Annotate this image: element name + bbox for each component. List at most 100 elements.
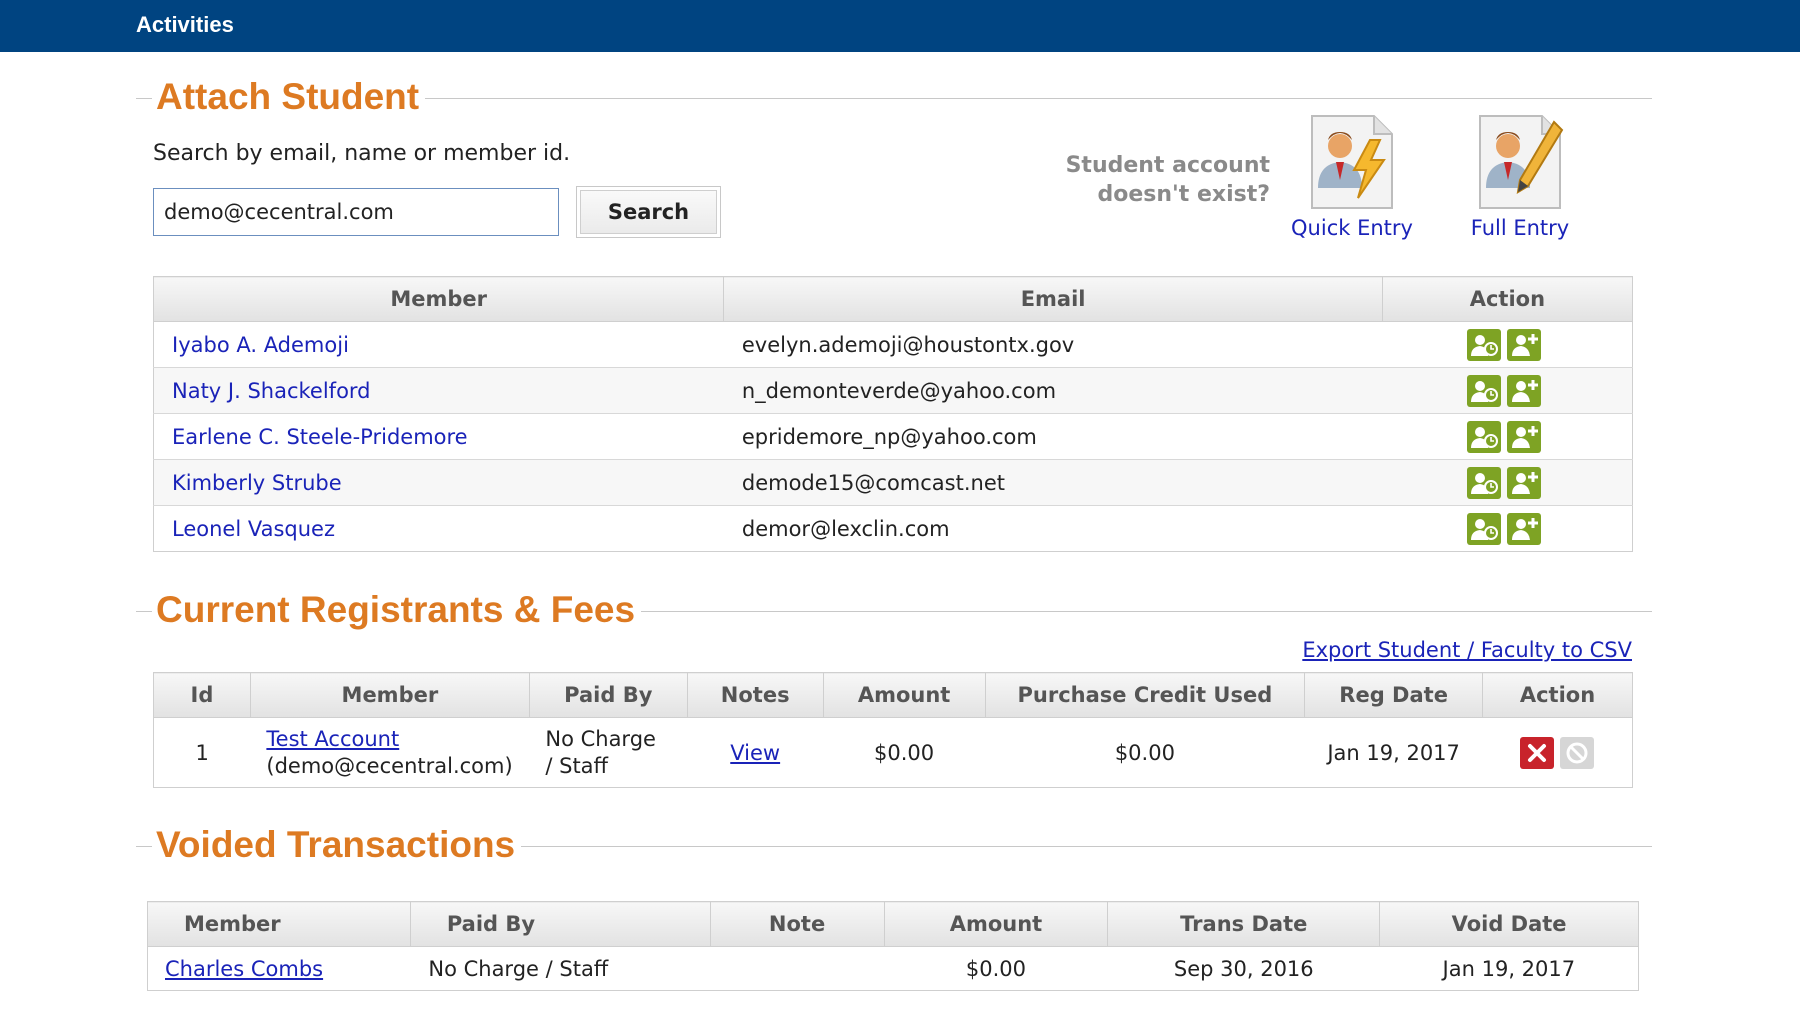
member-action-cell [1382, 413, 1633, 460]
no-account-prompt: Student account doesn't exist? [1040, 151, 1270, 209]
reg-amount: $0.00 [823, 717, 986, 788]
member-action-cell [1382, 367, 1633, 414]
view-notes-link[interactable]: View [730, 741, 780, 765]
voided-table: Member Paid By Note Amount Trans Date Vo… [147, 901, 1639, 991]
member-email: demor@lexclin.com [723, 505, 1383, 552]
add-student-button[interactable] [1507, 420, 1542, 453]
reg-id: 1 [153, 717, 251, 788]
column-header-credit[interactable]: Purchase Credit Used [984, 672, 1306, 718]
add-student-button[interactable] [1507, 466, 1542, 499]
table-header-row: Member Email Action [152, 276, 1634, 322]
member-search-results-table: Member Email Action Iyabo A. Ademoji evel… [152, 276, 1634, 552]
member-email: evelyn.ademoji@houstontx.gov [723, 321, 1383, 368]
column-header-paid-by[interactable]: Paid By [528, 672, 688, 718]
column-header-id[interactable]: Id [153, 672, 251, 718]
table-row: Leonel Vasquez demor@lexclin.com [153, 505, 1633, 552]
member-email: n_demonteverde@yahoo.com [723, 367, 1383, 414]
table-row: 1 Test Account (demo@cecentral.com) No C… [153, 717, 1633, 788]
quick-entry-label: Quick Entry [1291, 216, 1413, 240]
register-with-schedule-button[interactable] [1467, 328, 1502, 361]
register-with-schedule-button[interactable] [1467, 420, 1502, 453]
search-button[interactable]: Search [576, 186, 721, 238]
search-input[interactable] [153, 188, 559, 236]
member-name-link[interactable]: Naty J. Shackelford [172, 379, 371, 403]
person-add-icon [1512, 517, 1539, 540]
column-header-member[interactable]: Member [152, 276, 725, 322]
full-entry-label: Full Entry [1470, 216, 1570, 240]
voided-trans-date: Sep 30, 2016 [1107, 946, 1380, 991]
column-header-note: Note [709, 901, 885, 947]
column-header-trans-date[interactable]: Trans Date [1107, 901, 1381, 947]
export-csv-link[interactable]: Export Student / Faculty to CSV [1302, 638, 1632, 662]
add-student-button[interactable] [1507, 328, 1542, 361]
delete-icon [1528, 743, 1547, 762]
add-student-button[interactable] [1507, 374, 1542, 407]
voided-member-link[interactable]: Charles Combs [165, 957, 323, 981]
table-header-row: Id Member Paid By Notes Amount Purchase … [153, 672, 1633, 718]
person-add-icon [1512, 379, 1539, 402]
void-registrant-button[interactable] [1560, 736, 1595, 769]
delete-registrant-button[interactable] [1520, 736, 1555, 769]
reg-paid-by: No Charge / Staff [529, 717, 688, 788]
add-student-button[interactable] [1507, 512, 1542, 545]
reg-date: Jan 19, 2017 [1304, 717, 1483, 788]
quick-entry-button[interactable]: Quick Entry [1282, 112, 1422, 240]
column-header-member[interactable]: Member [249, 672, 530, 718]
top-bar: Activities [0, 0, 1800, 52]
table-header-row: Member Paid By Note Amount Trans Date Vo… [147, 901, 1639, 947]
member-name-cell: Earlene C. Steele-Pridemore [153, 413, 724, 460]
search-label: Search by email, name or member id. [153, 141, 571, 166]
member-action-cell [1382, 505, 1633, 552]
column-header-notes: Notes [686, 672, 824, 718]
member-action-cell [1382, 321, 1633, 368]
table-row: Iyabo A. Ademoji evelyn.ademoji@houstontx… [153, 321, 1633, 368]
void-icon [1566, 742, 1588, 763]
member-action-cell [1382, 459, 1633, 506]
page-header-title: Activities [136, 12, 234, 37]
column-header-action: Action [1381, 276, 1634, 322]
column-header-amount[interactable]: Amount [822, 672, 986, 718]
table-row: Charles Combs No Charge / Staff $0.00 Se… [147, 946, 1639, 991]
member-email: epridemore_np@yahoo.com [723, 413, 1383, 460]
person-clock-icon [1471, 380, 1499, 402]
member-name-cell: Kimberly Strube [153, 459, 724, 506]
no-account-line: doesn't exist? [1097, 182, 1270, 207]
member-name-cell: Iyabo A. Ademoji [153, 321, 724, 368]
reg-member-cell: Test Account (demo@cecentral.com) [250, 717, 530, 788]
column-header-amount[interactable]: Amount [883, 901, 1109, 947]
member-name-link[interactable]: Earlene C. Steele-Pridemore [172, 425, 468, 449]
quick-entry-icon [1311, 115, 1393, 209]
register-with-schedule-button[interactable] [1467, 374, 1502, 407]
attach-student-title: Attach Student [152, 75, 426, 119]
register-with-schedule-button[interactable] [1467, 466, 1502, 499]
member-name-link[interactable]: Kimberly Strube [172, 471, 342, 495]
member-name-link[interactable]: Leonel Vasquez [172, 517, 335, 541]
voided-member-cell: Charles Combs [147, 946, 411, 991]
no-account-line: Student account [1065, 153, 1270, 178]
table-row: Earlene C. Steele-Pridemore epridemore_np… [153, 413, 1633, 460]
registrants-title: Current Registrants & Fees [152, 588, 642, 632]
column-header-paid-by[interactable]: Paid By [409, 901, 711, 947]
column-header-reg-date[interactable]: Reg Date [1304, 672, 1484, 718]
voided-amount: $0.00 [884, 946, 1108, 991]
column-header-member[interactable]: Member [147, 901, 411, 947]
person-clock-icon [1471, 426, 1499, 448]
voided-void-date: Jan 19, 2017 [1379, 946, 1639, 991]
member-email: demode15@comcast.net [723, 459, 1383, 506]
column-header-email[interactable]: Email [723, 276, 1383, 322]
person-add-icon [1512, 471, 1539, 494]
register-with-schedule-button[interactable] [1467, 512, 1502, 545]
full-entry-icon [1479, 115, 1564, 209]
voided-title: Voided Transactions [152, 823, 522, 867]
full-entry-button[interactable]: Full Entry [1450, 112, 1590, 240]
reg-notes: View [687, 717, 824, 788]
person-clock-icon [1471, 518, 1499, 540]
reg-paid-by-line: No Charge [545, 726, 656, 751]
person-add-icon [1512, 425, 1539, 448]
member-name-link[interactable]: Iyabo A. Ademoji [172, 333, 349, 357]
reg-credit: $0.00 [985, 717, 1305, 788]
reg-member-email: (demo@cecentral.com) [266, 753, 513, 778]
reg-member-link[interactable]: Test Account [266, 727, 399, 751]
column-header-void-date[interactable]: Void Date [1379, 901, 1639, 947]
reg-paid-by-line: / Staff [545, 753, 609, 778]
